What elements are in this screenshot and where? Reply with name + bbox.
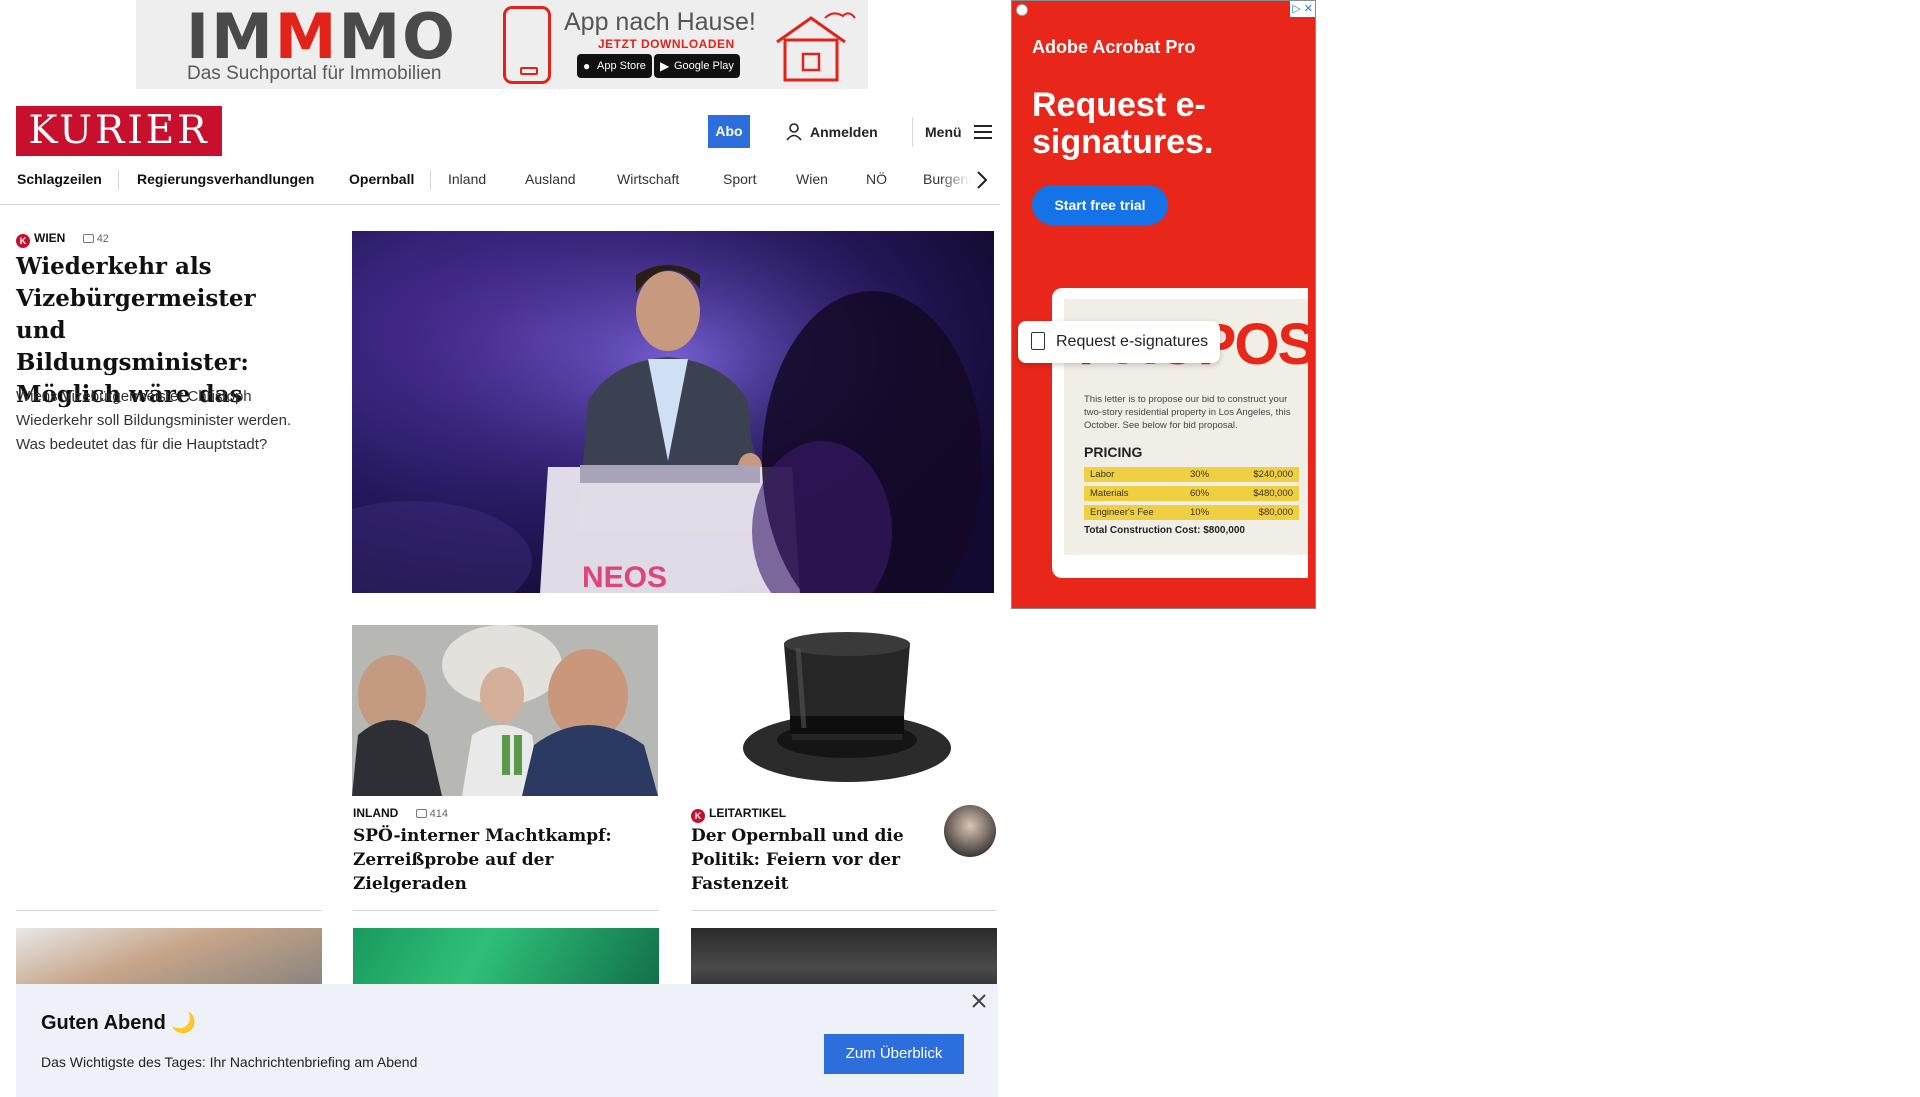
close-icon[interactable] (970, 992, 988, 1010)
hamburger-icon (973, 125, 992, 139)
phone-icon (503, 6, 551, 84)
menu-button[interactable]: Menü (925, 122, 992, 142)
nav-item-ausland[interactable]: Ausland (525, 171, 576, 187)
card-section: INLAND (353, 806, 399, 820)
nav-item-noe[interactable]: NÖ (866, 171, 887, 187)
ad-info-icon[interactable] (1016, 4, 1028, 16)
app-store-badge[interactable]: ● App Store (577, 54, 652, 78)
nav-item-inland[interactable]: Inland (448, 171, 486, 187)
header-divider (912, 117, 913, 147)
nav-separator (430, 170, 431, 190)
start-free-trial-button[interactable]: Start free trial (1032, 185, 1168, 225)
document-icon (1031, 332, 1045, 350)
evening-briefing-banner: Guten Abend 🌙 Das Wichtigste des Tages: … (16, 984, 998, 1097)
hero-image[interactable]: NEOS (352, 231, 994, 593)
card-headline[interactable]: Der Opernball und die Politik: Feiern vo… (691, 824, 916, 896)
lead-kicker[interactable]: K WIEN 42 (16, 230, 109, 248)
price-row: Materials 60% $480,000 (1084, 486, 1299, 501)
article-image-top-hat[interactable] (732, 628, 962, 794)
price-total: Total Construction Cost: $800,000 (1084, 525, 1245, 536)
lead-comment-count[interactable]: 42 (82, 233, 109, 245)
nav-item-regierungsverhandlungen[interactable]: Regierungsverhandlungen (137, 171, 314, 187)
lead-section: WIEN (34, 231, 66, 245)
nav-item-sport[interactable]: Sport (723, 171, 756, 187)
neos-lectern-text: NEOS (582, 561, 667, 593)
comment-icon (415, 809, 427, 818)
author-avatar[interactable] (944, 805, 996, 857)
house-icon (776, 12, 856, 82)
briefing-overview-button[interactable]: Zum Überblick (824, 1034, 964, 1074)
acrobat-side-ad[interactable]: ▷ ✕ Adobe Acrobat Pro Request e-signatur… (1011, 0, 1316, 609)
card-kicker[interactable]: K LEITARTIKEL (691, 805, 786, 823)
user-icon (786, 123, 802, 141)
nav-separator (118, 170, 119, 190)
kurier-k-icon: K (691, 809, 705, 823)
apple-icon: ● (583, 59, 591, 73)
nav-item-schlagzeilen[interactable]: Schlagzeilen (17, 171, 102, 187)
chevron-right-icon[interactable] (975, 168, 989, 192)
ad-headline: App nach Hause! (564, 8, 756, 36)
abo-button[interactable]: Abo (708, 115, 750, 148)
nav-item-wirtschaft[interactable]: Wirtschaft (617, 171, 679, 187)
briefing-text: Das Wichtigste des Tages: Ihr Nachrichte… (41, 1054, 418, 1070)
play-icon: ▶ (660, 59, 670, 73)
immmo-subtitle: Das Suchportal für Immobilien (187, 63, 442, 84)
immmo-logo: IMMMO (186, 0, 457, 73)
pricing-label: PRICING (1084, 444, 1143, 460)
kurier-logo[interactable]: KURIER (16, 106, 222, 156)
price-row: Labor 30% $240,000 (1084, 467, 1299, 482)
card-kicker[interactable]: INLAND 414 (353, 805, 448, 822)
article-image-spoe[interactable] (352, 625, 658, 796)
nav-item-wien[interactable]: Wien (796, 171, 828, 187)
card-section: LEITARTIKEL (709, 806, 787, 820)
top-banner-ad[interactable]: IMMMO Das Suchportal für Immobilien App … (136, 0, 868, 89)
section-nav: Schlagzeilen Regierungsverhandlungen Ope… (0, 165, 1000, 205)
lead-teaser[interactable]: Wiens Vizebürgermeister Christoph Wieder… (16, 385, 321, 457)
ad-brand: Adobe Acrobat Pro (1032, 37, 1196, 57)
login-label: Anmelden (810, 124, 878, 140)
divider (353, 910, 659, 911)
briefing-title: Guten Abend 🌙 (41, 1012, 197, 1034)
google-play-badge[interactable]: ▶ Google Play (654, 54, 740, 78)
price-row: Engineer's Fee 10% $80,000 (1084, 505, 1299, 520)
kurier-k-icon: K (16, 234, 30, 248)
login-button[interactable]: Anmelden (786, 122, 878, 142)
divider (16, 910, 322, 911)
ad-headline: Request e-signatures. (1032, 86, 1214, 161)
card-headline[interactable]: SPÖ-interner Machtkampf: Zerreißprobe au… (353, 824, 663, 896)
request-esignatures-pill: Request e-signatures (1018, 321, 1220, 363)
nav-item-opernball[interactable]: Opernball (349, 171, 414, 187)
divider (691, 910, 997, 911)
ad-download-cta: JETZT DOWNLOADEN (598, 37, 735, 51)
menu-label: Menü (925, 124, 962, 140)
card-comment-count[interactable]: 414 (415, 808, 448, 820)
comment-icon (82, 234, 94, 243)
adchoices-close[interactable]: ▷ ✕ (1290, 1, 1315, 17)
doc-text: This letter is to propose our bid to con… (1084, 394, 1291, 431)
